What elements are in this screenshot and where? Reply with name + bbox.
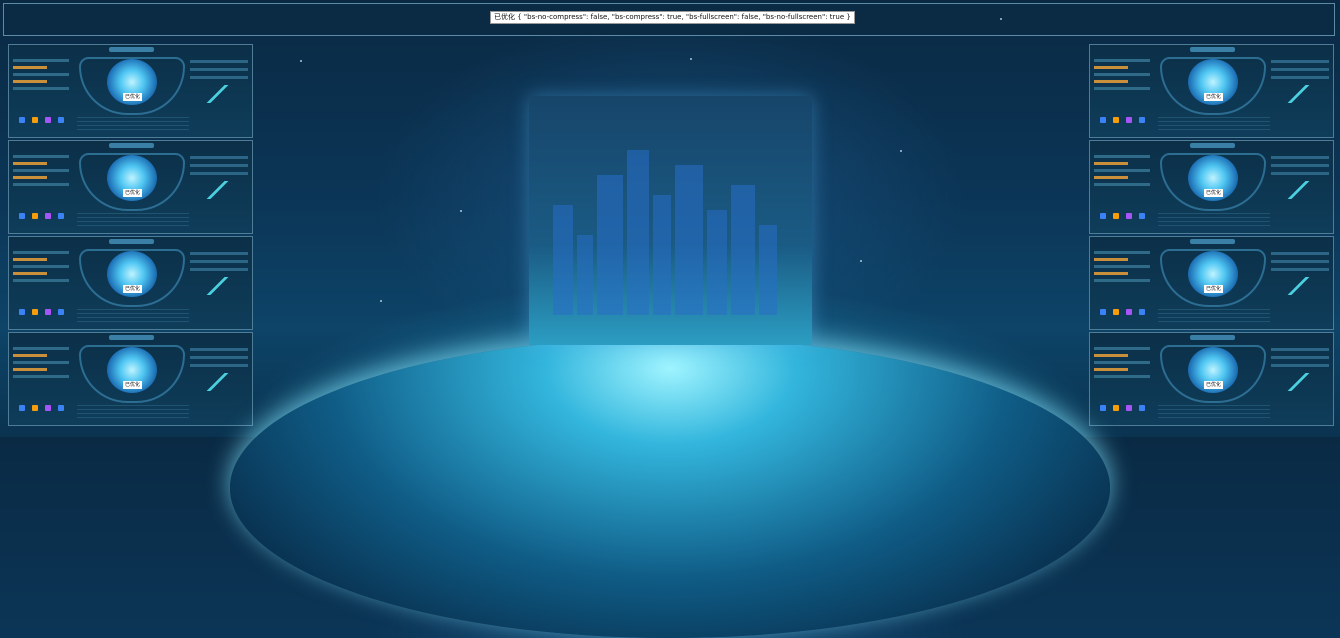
thumbnail-icon-row [1100,108,1152,127]
thumbnail-table [1158,309,1270,323]
thumbnail-table [1158,117,1270,131]
thumbnail-right-panel [1271,55,1329,133]
optimized-badge: 已优化 [1204,285,1224,293]
thumbnail-header-bar [1190,335,1235,340]
optimized-badge: 已优化 [1204,93,1224,101]
thumbnail-header-bar [109,335,154,340]
optimized-badge: 已优化 [123,189,143,197]
thumbnail-header-bar [109,47,154,52]
right-thumbnail-column: 已优化 已优化 已优化 已优化 [1089,44,1334,428]
optimization-status-label: 已优化 { "bs-no-compress": false, "bs-compr… [490,11,855,24]
thumbnail-header-bar [1190,47,1235,52]
star-dot [1000,18,1002,20]
star-dot [900,150,902,152]
thumbnail-right-panel [190,343,248,421]
optimized-badge: 已优化 [123,93,143,101]
thumbnail-header-bar [109,239,154,244]
dashboard-thumbnail[interactable]: 已优化 [8,332,253,426]
thumbnail-table [1158,213,1270,227]
thumbnail-header-bar [1190,239,1235,244]
thumbnail-icon-row [1100,396,1152,415]
thumbnail-icon-row [19,300,71,319]
dashboard-thumbnail[interactable]: 已优化 [1089,44,1334,138]
star-dot [460,210,462,212]
optimized-badge: 已优化 [123,285,143,293]
thumbnail-icon-row [1100,300,1152,319]
thumbnail-header-bar [1190,143,1235,148]
star-dot [860,260,862,262]
optimized-badge: 已优化 [1204,381,1224,389]
star-dot [690,58,692,60]
thumbnail-table [77,117,189,131]
dashboard-thumbnail[interactable]: 已优化 [8,236,253,330]
dashboard-thumbnail[interactable]: 已优化 [1089,140,1334,234]
star-dot [300,60,302,62]
earth-horizon-graphic [230,338,1110,638]
star-dot [380,300,382,302]
thumbnail-table [77,405,189,419]
thumbnail-right-panel [190,55,248,133]
thumbnail-table [1158,405,1270,419]
dashboard-thumbnail[interactable]: 已优化 [8,140,253,234]
thumbnail-icon-row [19,204,71,223]
thumbnail-right-panel [1271,343,1329,421]
optimized-badge: 已优化 [123,381,143,389]
thumbnail-right-panel [1271,247,1329,325]
thumbnail-header-bar [109,143,154,148]
thumbnail-table [77,309,189,323]
dashboard-thumbnail[interactable]: 已优化 [1089,332,1334,426]
thumbnail-icon-row [19,108,71,127]
left-thumbnail-column: 已优化 已优化 已优化 已优化 [8,44,253,428]
dashboard-thumbnail[interactable]: 已优化 [8,44,253,138]
thumbnail-right-panel [190,151,248,229]
page-root: { "status_text": "已优化 { \"bs-no-compress… [0,0,1340,638]
optimized-badge: 已优化 [1204,189,1224,197]
city-skyline-graphic [529,96,812,345]
thumbnail-right-panel [190,247,248,325]
dashboard-thumbnail[interactable]: 已优化 [1089,236,1334,330]
thumbnail-table [77,213,189,227]
thumbnail-icon-row [19,396,71,415]
thumbnail-right-panel [1271,151,1329,229]
thumbnail-icon-row [1100,204,1152,223]
